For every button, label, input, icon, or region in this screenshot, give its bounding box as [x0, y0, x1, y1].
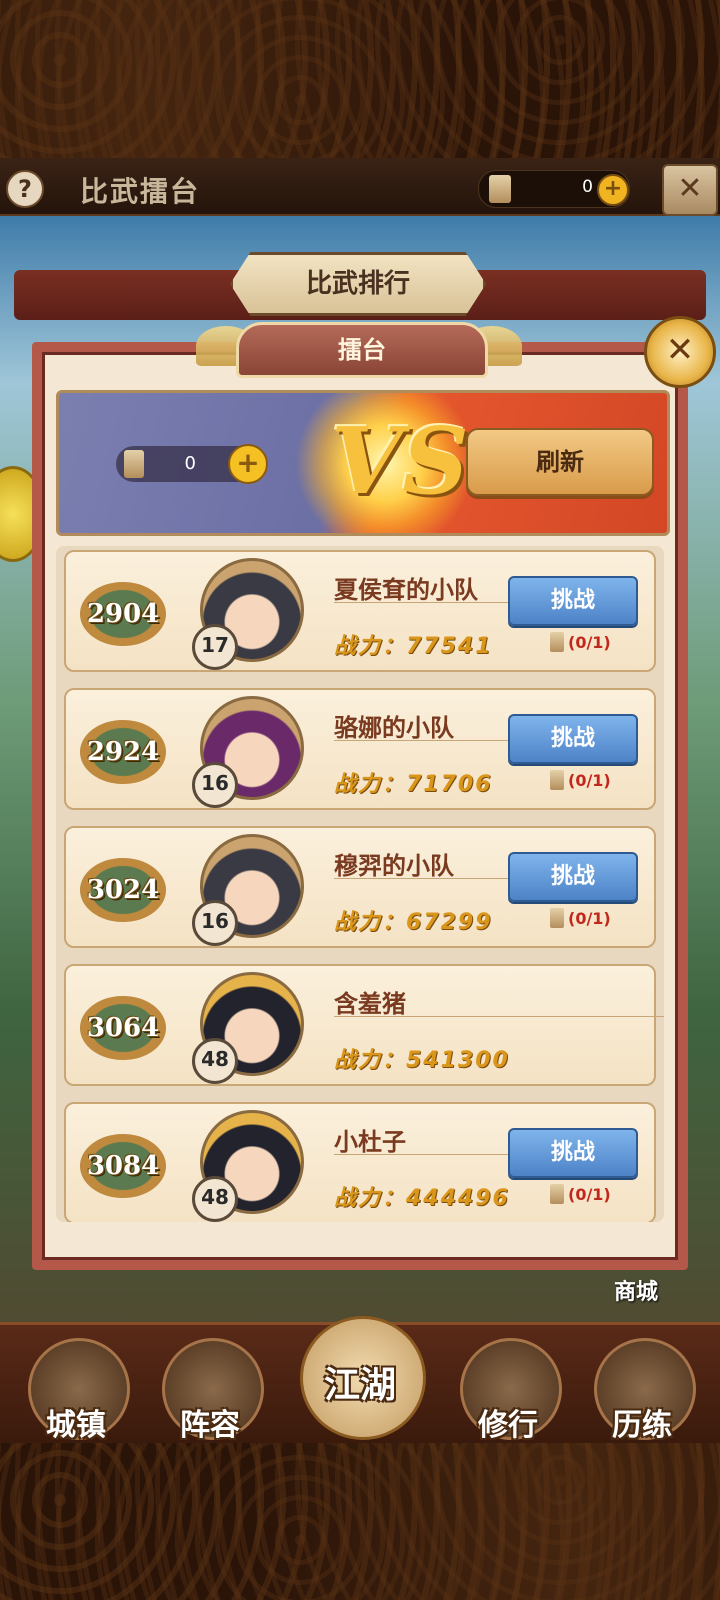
tab-ranking[interactable]: 比武排行	[230, 252, 486, 316]
page-title: 比武擂台	[80, 175, 201, 208]
rank-score-badge: 2924	[80, 720, 166, 784]
nav-town[interactable]: 城镇	[16, 1400, 136, 1444]
help-icon[interactable]: ?	[6, 170, 44, 208]
ticket-count: 0	[582, 177, 593, 197]
list-item: 3064 48 含羞猪 战力：541300	[64, 964, 664, 1086]
level-badge: 16	[192, 762, 238, 808]
combat-power: 战力：541300	[334, 1048, 510, 1073]
tab-arena[interactable]: 擂台	[236, 322, 488, 378]
challenge-attempts: (0/1)	[550, 770, 611, 790]
team-name: 夏侯耷的小队	[334, 576, 478, 604]
challenge-attempts: (0/1)	[550, 1184, 611, 1204]
combat-power: 战力：444496	[334, 1186, 510, 1211]
team-name: 骆娜的小队	[334, 714, 454, 742]
list-item: 3024 16 穆羿的小队 战力：67299 挑战 (0/1)	[64, 826, 656, 948]
nav-jianghu[interactable]: 江湖	[300, 1356, 420, 1408]
divider	[334, 1016, 664, 1017]
combat-power: 战力：67299	[334, 910, 493, 935]
list-item: 3084 48 小杜子 战力：444496 挑战 (0/1)	[64, 1102, 656, 1222]
rank-score-badge: 2904	[80, 582, 166, 646]
nav-trial[interactable]: 历练	[582, 1400, 702, 1444]
attempts-count: (0/1)	[568, 633, 611, 652]
ticket-count: 0	[184, 453, 196, 474]
close-window-button[interactable]: ✕	[662, 164, 718, 216]
nav-cultivate[interactable]: 修行	[448, 1400, 568, 1444]
close-panel-icon[interactable]: ✕	[644, 316, 716, 388]
challenge-button[interactable]: 挑战	[508, 852, 638, 902]
attempts-count: (0/1)	[568, 1185, 611, 1204]
level-badge: 16	[192, 900, 238, 946]
list-item: 2924 16 骆娜的小队 战力：71706 挑战 (0/1)	[64, 688, 656, 810]
challenge-button[interactable]: 挑战	[508, 576, 638, 626]
ticket-icon	[124, 450, 144, 478]
ticket-icon	[550, 1184, 564, 1204]
opponent-list[interactable]: 2904 17 夏侯耷的小队 战力：77541 挑战 (0/1) 2924 16…	[56, 546, 664, 1222]
list-item: 2904 17 夏侯耷的小队 战力：77541 挑战 (0/1)	[64, 550, 656, 672]
ticket-icon	[550, 908, 564, 928]
challenge-button[interactable]: 挑战	[508, 1128, 638, 1178]
level-badge: 17	[192, 624, 238, 670]
rank-score-badge: 3064	[80, 996, 166, 1060]
combat-power: 战力：77541	[334, 634, 493, 659]
rank-score-badge: 3024	[80, 858, 166, 922]
ticket-icon	[550, 632, 564, 652]
shop-label[interactable]: 商城	[614, 1274, 658, 1306]
vs-icon: VS	[331, 407, 469, 515]
ticket-counter-top: 0 +	[478, 170, 630, 208]
ticket-counter-banner: 0 +	[116, 444, 268, 484]
rank-score-badge: 3084	[80, 1134, 166, 1198]
team-name: 穆羿的小队	[334, 852, 454, 880]
nav-lineup[interactable]: 阵容	[150, 1400, 270, 1444]
team-name: 小杜子	[334, 1128, 406, 1156]
background-pattern-top	[0, 0, 720, 160]
attempts-count: (0/1)	[568, 771, 611, 790]
add-ticket-button[interactable]: +	[228, 444, 268, 484]
combat-power: 战力：71706	[334, 772, 493, 797]
team-name: 含羞猪	[334, 990, 406, 1018]
add-ticket-button[interactable]: +	[597, 174, 629, 206]
challenge-attempts: (0/1)	[550, 632, 611, 652]
refresh-button[interactable]: 刷新	[466, 428, 654, 496]
ticket-icon	[489, 175, 511, 203]
background-pattern-bottom	[0, 1440, 720, 1600]
ticket-icon	[550, 770, 564, 790]
challenge-button[interactable]: 挑战	[508, 714, 638, 764]
challenge-attempts: (0/1)	[550, 908, 611, 928]
level-badge: 48	[192, 1038, 238, 1084]
level-badge: 48	[192, 1176, 238, 1222]
attempts-count: (0/1)	[568, 909, 611, 928]
